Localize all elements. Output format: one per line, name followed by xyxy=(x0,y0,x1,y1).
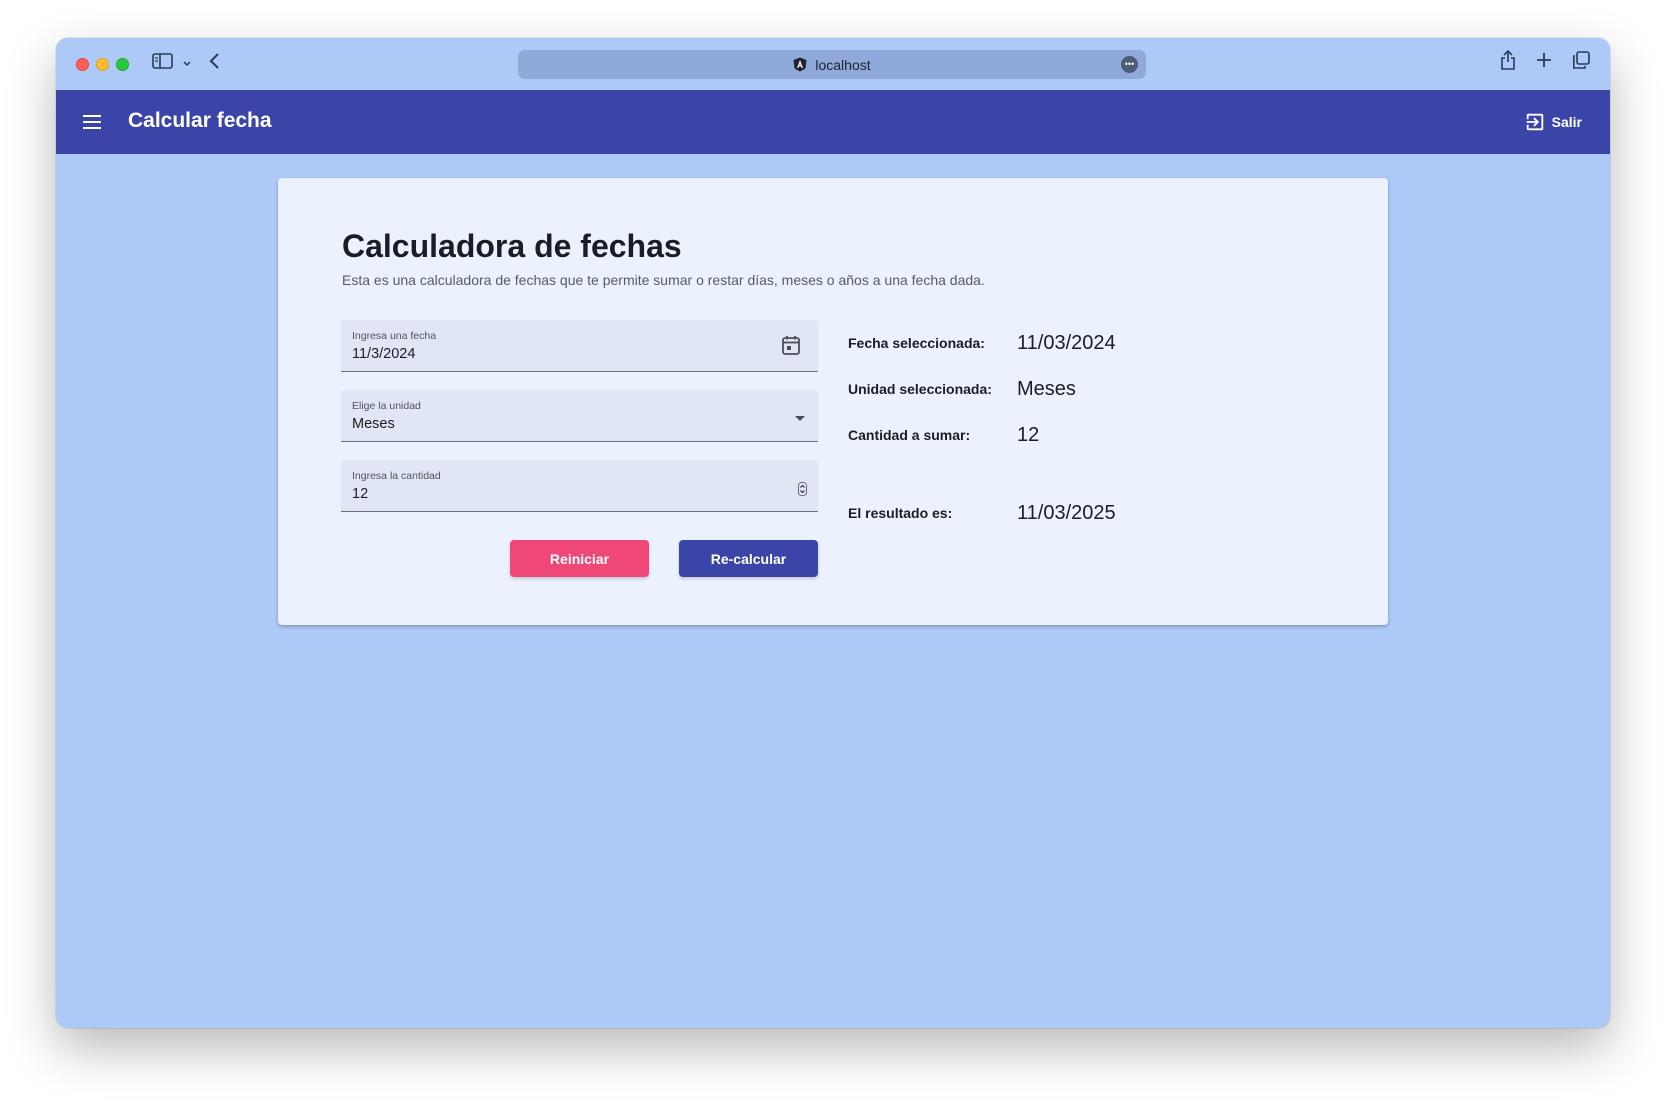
amount-to-add-value: 12 xyxy=(1017,424,1040,446)
browser-window: localhost ••• Calcular fecha Salir Calcu… xyxy=(56,38,1610,1028)
number-stepper-icon[interactable] xyxy=(798,482,807,501)
amount-input-label: Ingresa la cantidad xyxy=(352,470,441,482)
amount-input[interactable]: Ingresa la cantidad 12 xyxy=(341,460,818,512)
page-title: Calculadora de fechas xyxy=(342,228,682,264)
selected-unit-label: Unidad seleccionada: xyxy=(848,381,992,397)
logout-label: Salir xyxy=(1551,114,1582,130)
calendar-icon[interactable] xyxy=(782,335,800,360)
selected-unit-value: Meses xyxy=(1017,378,1076,400)
app-title: Calcular fecha xyxy=(128,109,272,132)
unit-select[interactable]: Elige la unidad Meses xyxy=(341,390,818,442)
minimize-window-button[interactable] xyxy=(96,58,109,71)
sidebar-toggle-icon[interactable] xyxy=(152,52,174,75)
angular-logo-icon xyxy=(793,57,807,72)
result-value: 11/03/2025 xyxy=(1017,502,1116,524)
recalculate-button[interactable]: Re-calcular xyxy=(679,540,818,577)
date-input-value: 11/3/2024 xyxy=(352,346,416,362)
reset-button[interactable]: Reiniciar xyxy=(510,540,649,577)
more-options-icon[interactable]: ••• xyxy=(1121,56,1138,73)
unit-select-label: Elige la unidad xyxy=(352,400,421,412)
app-toolbar: Calcular fecha Salir xyxy=(56,90,1610,154)
logout-icon xyxy=(1526,113,1543,131)
page-subtitle: Esta es una calculadora de fechas que te… xyxy=(342,272,985,288)
back-icon[interactable] xyxy=(208,52,222,75)
address-url: localhost xyxy=(815,56,871,73)
tabs-overview-icon[interactable] xyxy=(1572,51,1590,74)
date-input[interactable]: Ingresa una fecha 11/3/2024 xyxy=(341,320,818,372)
result-label: El resultado es: xyxy=(848,505,953,521)
logout-button[interactable]: Salir xyxy=(1524,110,1582,134)
chevron-down-icon[interactable] xyxy=(182,56,192,74)
zoom-window-button[interactable] xyxy=(116,58,129,71)
menu-icon[interactable] xyxy=(80,110,104,134)
browser-chrome: localhost ••• xyxy=(56,38,1610,90)
amount-input-value: 12 xyxy=(352,486,369,502)
date-input-label: Ingresa una fecha xyxy=(352,330,437,342)
amount-to-add-label: Cantidad a sumar: xyxy=(848,427,971,443)
selected-date-value: 11/03/2024 xyxy=(1017,332,1116,354)
date-calculator-card: Calculadora de fechas Esta es una calcul… xyxy=(278,178,1388,625)
selected-date-label: Fecha seleccionada: xyxy=(848,335,985,351)
share-icon[interactable] xyxy=(1500,49,1516,75)
dropdown-arrow-icon[interactable] xyxy=(794,410,806,428)
unit-select-value: Meses xyxy=(352,416,395,432)
address-bar[interactable]: localhost ••• xyxy=(518,50,1146,79)
close-window-button[interactable] xyxy=(76,58,89,71)
new-tab-icon[interactable] xyxy=(1536,52,1552,73)
